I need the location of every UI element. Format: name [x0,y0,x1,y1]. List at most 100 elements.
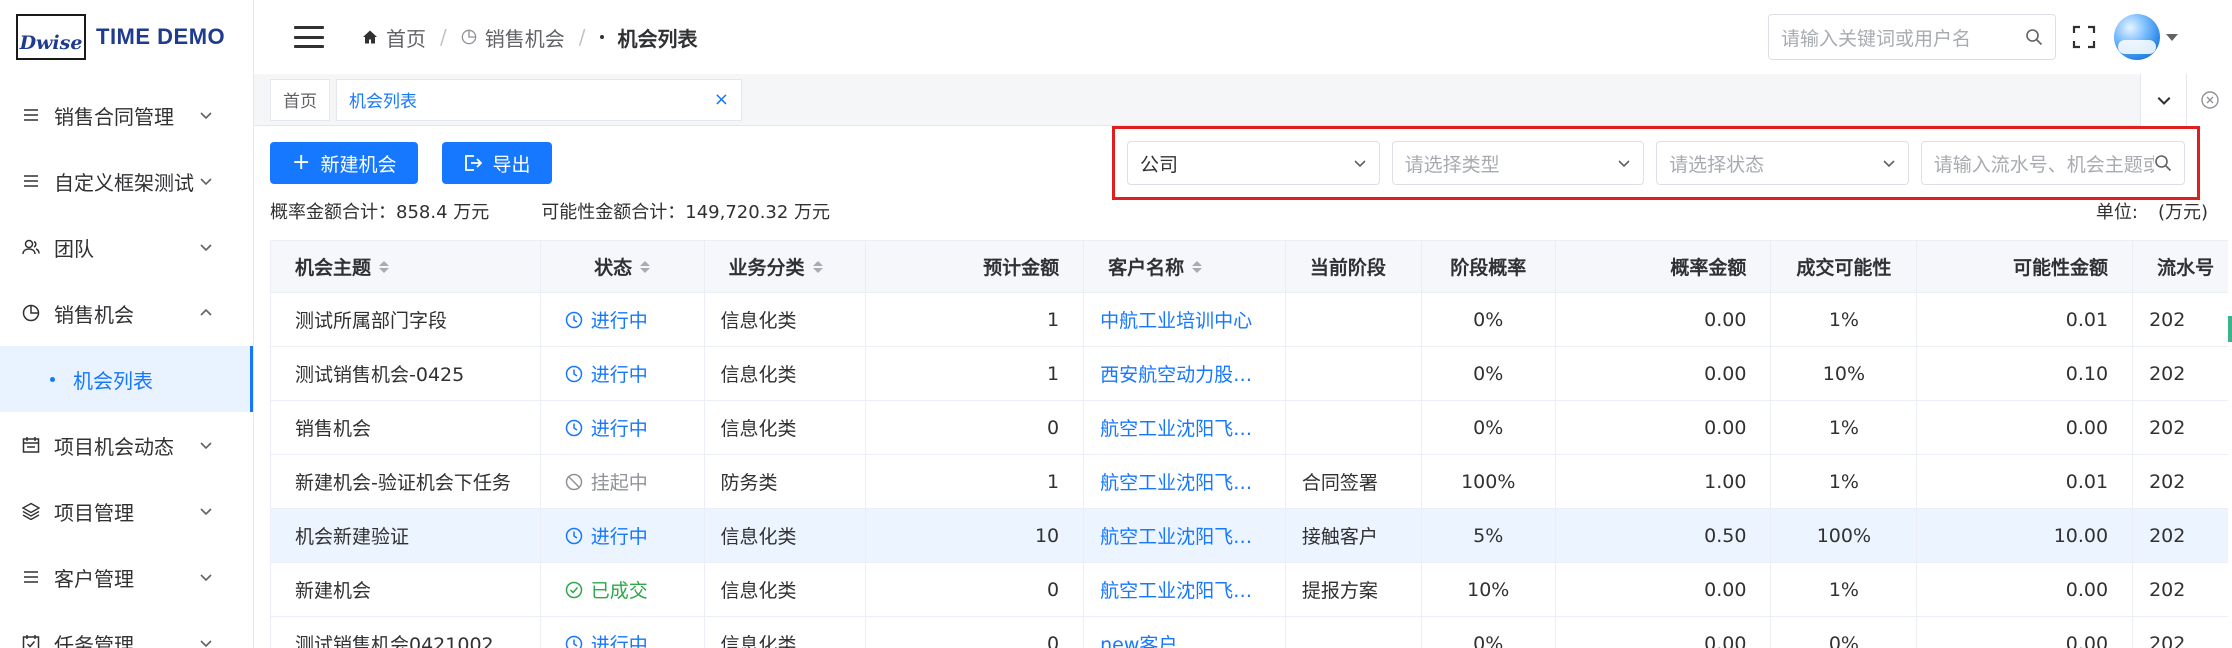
export-icon [465,155,483,171]
clock-icon [565,635,582,648]
clock-icon [565,419,582,436]
cell-probability-amount: 0.00 [1556,401,1772,454]
sidebar-subitem-opportunity-list[interactable]: 机会列表 [0,346,253,412]
column-header-label: 业务分类 [728,257,805,279]
sidebar-item-custom-framework[interactable]: 自定义框架测试 [0,148,253,214]
tab-opportunity-list[interactable]: 机会列表 × [336,78,742,121]
table-body: 测试所属部门字段 进行中 信息化类 1 中航工业培训中心 0% 0.00 1% 0.01 202 测… [271,293,2232,648]
type-select[interactable]: 请选择类型 [1391,141,1645,185]
status-text: 挂起中 [590,472,648,494]
sidebar-item-task-management[interactable]: 任务管理 [0,610,253,648]
pie-chart-icon [20,302,42,324]
status-text: 进行中 [590,634,648,648]
status-select[interactable]: 请选择状态 [1656,141,1909,185]
search-icon[interactable] [2025,28,2043,46]
tab-more-button[interactable] [2140,74,2186,126]
customer-link[interactable]: 西安航空动力股… [1100,360,1252,387]
status-badge: 进行中 [565,360,648,387]
tab-close-all-button[interactable] [2186,74,2232,126]
cell-customer: 航空工业沈阳飞… [1084,401,1286,454]
new-opportunity-button[interactable]: + 新建机会 [270,142,419,184]
table-row[interactable]: 新建机会-验证机会下任务 挂起中 防务类 1 航空工业沈阳飞… 合同签署 100% 1.00 1… [271,455,2232,509]
breadcrumb-home[interactable]: 首页 [362,23,426,52]
status-badge: 已成交 [565,576,648,603]
customer-link[interactable]: 航空工业沈阳飞… [1100,414,1252,441]
cell-stage [1286,617,1422,648]
cell-possible-amount: 0.00 [1917,401,2134,454]
table-row[interactable]: 机会新建验证 进行中 信息化类 10 航空工业沈阳飞… 接触客户 5% 0.50 100% 10.… [271,509,2232,563]
clock-icon [565,311,582,328]
cell-category: 信息化类 [705,293,867,346]
sidebar-item-project-management[interactable]: 项目管理 [0,478,253,544]
sort-icon[interactable] [1192,260,1203,273]
cell-probability-amount: 0.50 [1556,509,1772,562]
table-row[interactable]: 销售机会 进行中 信息化类 0 航空工业沈阳飞… 0% 0.00 1% 0.00 202 [271,401,2232,455]
sidebar-item-sales-opportunity[interactable]: 销售机会 [0,280,253,346]
search-icon[interactable] [2154,154,2172,172]
column-header-customer[interactable]: 客户名称 [1084,241,1286,292]
sort-icon[interactable] [812,260,823,273]
chevron-down-icon [200,244,212,252]
cell-subject: 新建机会-验证机会下任务 [271,455,541,508]
cell-possibility: 1% [1771,455,1918,508]
table-row[interactable]: 测试销售机会0421002 进行中 信息化类 0 new客户 0% 0.00 0% 0.00 20… [271,617,2232,648]
layers-icon [20,500,42,522]
chevron-down-icon [200,508,212,516]
breadcrumb-separator: / [440,25,447,49]
column-header-category[interactable]: 业务分类 [705,241,867,292]
column-header-stage: 当前阶段 [1286,241,1422,292]
column-header-label: 当前阶段 [1309,257,1386,279]
sidebar-item-team[interactable]: 团队 [0,214,253,280]
tab-label: 机会列表 [349,92,417,112]
pie-chart-icon [461,29,477,45]
cell-amount: 0 [866,401,1085,454]
sort-icon[interactable] [379,260,390,273]
cell-possible-amount: 0.01 [1917,293,2134,346]
caret-down-icon[interactable] [2166,33,2178,41]
sidebar-item-customer-management[interactable]: 客户管理 [0,544,253,610]
chevron-down-icon [200,574,212,582]
chevron-down-icon [1618,160,1630,168]
cell-probability-amount: 0.00 [1556,293,1772,346]
table-row[interactable]: 新建机会 已成交 信息化类 0 航空工业沈阳飞… 提报方案 10% 0.00 1% 0.00 202 [271,563,2232,617]
column-header-status[interactable]: 状态 [541,241,705,292]
cell-stage-probability: 0% [1422,347,1556,400]
logo[interactable]: Dwise TIME DEMO [0,0,253,74]
cell-category: 信息化类 [705,347,867,400]
cell-status: 进行中 [541,347,705,400]
tab-home[interactable]: 首页 [270,78,330,121]
avatar[interactable] [2114,14,2160,60]
customer-link[interactable]: 航空工业沈阳飞… [1100,468,1252,495]
customer-link[interactable]: 中航工业培训中心 [1100,306,1252,333]
cell-status: 挂起中 [541,455,705,508]
company-select[interactable]: 公司 [1127,141,1380,185]
column-header-label: 流水号 [2157,257,2215,279]
list-icon [20,104,42,126]
column-header-subject[interactable]: 机会主题 [271,241,541,292]
cell-customer: new客户 [1084,617,1286,648]
customer-link[interactable]: 航空工业沈阳飞… [1100,522,1252,549]
close-icon[interactable]: × [714,89,729,110]
breadcrumb-label: 机会列表 [617,26,698,51]
sort-icon[interactable] [640,260,651,273]
table-row[interactable]: 测试所属部门字段 进行中 信息化类 1 中航工业培训中心 0% 0.00 1% 0.01 202 [271,293,2232,347]
sidebar-item-label: 项目管理 [54,500,134,525]
header-tools: 请输入关键词或用户名 [1768,0,2178,74]
sidebar-item-sales-contract[interactable]: 销售合同管理 [0,82,253,148]
amount-summary: 概率金额合计：858.4 万元 可能性金额合计：149,720.32 万元 [270,198,830,224]
close-circle-icon [2200,91,2219,109]
customer-link[interactable]: 航空工业沈阳飞… [1100,576,1252,603]
list-icon [20,170,42,192]
breadcrumb-sales-opportunity[interactable]: 销售机会 [461,23,565,52]
header-search-input[interactable]: 请输入关键词或用户名 [1768,14,2056,60]
cell-category: 信息化类 [705,401,867,454]
menu-toggle-icon[interactable] [294,26,324,48]
cell-amount: 1 [866,455,1085,508]
opportunity-search-input[interactable]: 请输入流水号、机会主题或客户名称 [1920,141,2185,185]
customer-link[interactable]: new客户 [1100,630,1177,648]
fullscreen-icon[interactable] [2072,25,2096,49]
table-row[interactable]: 测试销售机会-0425 进行中 信息化类 1 西安航空动力股… 0% 0.00 10% 0.10… [271,347,2232,401]
sidebar-item-project-opportunity[interactable]: 项目机会动态 [0,412,253,478]
export-button[interactable]: 导出 [442,142,553,184]
company-select-value: 公司 [1140,153,1179,176]
